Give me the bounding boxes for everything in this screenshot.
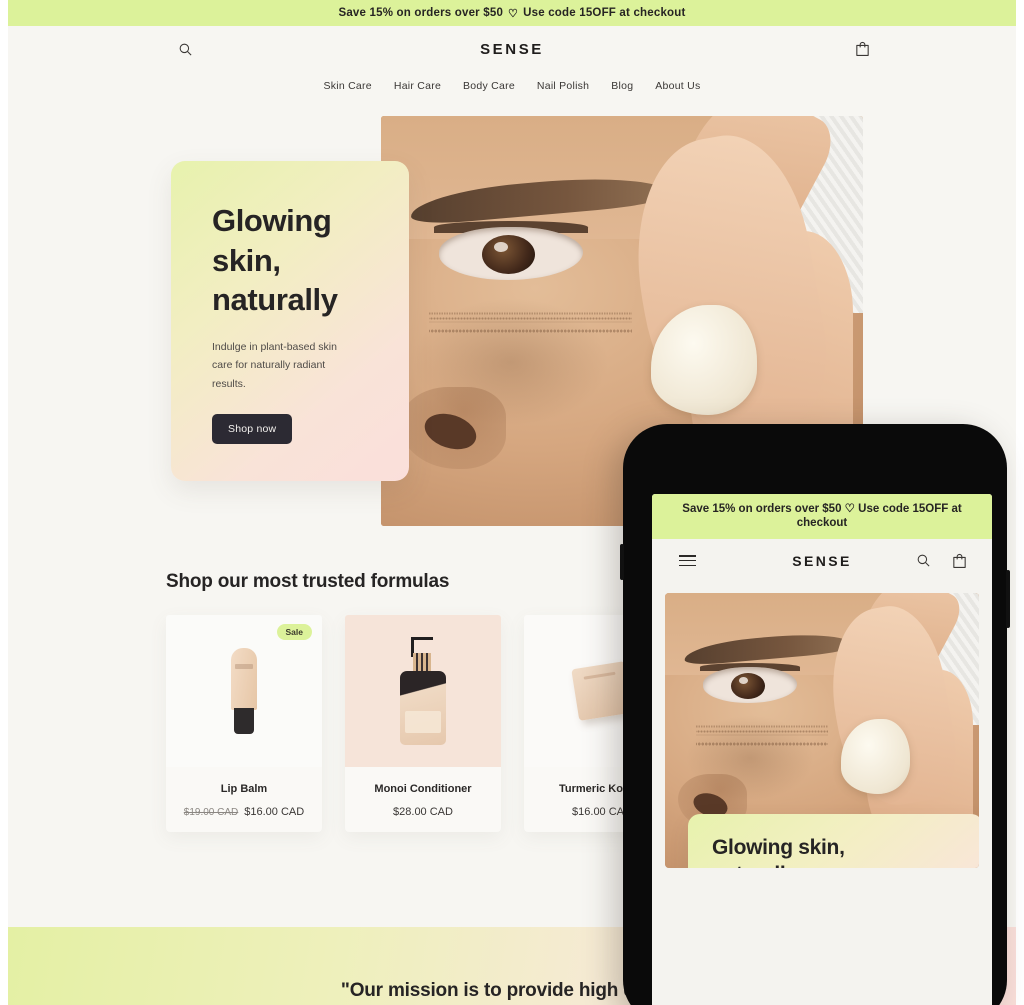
phone-volume-button — [620, 544, 624, 580]
hero-title-line-1: Glowing — [212, 203, 332, 238]
mobile-hero-image: Glowing skin, naturally Indulge in plant… — [665, 592, 979, 868]
main-navigation: Skin Care Hair Care Body Care Nail Polis… — [8, 72, 1016, 92]
heart-icon: ♡ — [508, 7, 519, 20]
nav-item-blog[interactable]: Blog — [611, 80, 633, 92]
product-sale-price: $16.00 CAD — [244, 806, 305, 818]
lip-balm-tube-illustration — [231, 648, 257, 734]
brand-logo[interactable]: SENSE — [480, 41, 544, 58]
nav-item-skin-care[interactable]: Skin Care — [324, 80, 372, 92]
screenshot-canvas: Save 15% on orders over $50 ♡ Use code 1… — [0, 0, 1024, 1005]
product-price: $19.00 CAD $16.00 CAD — [166, 806, 322, 818]
mobile-phone-mockup: Save 15% on orders over $50 ♡ Use code 1… — [620, 424, 1010, 1005]
nav-item-body-care[interactable]: Body Care — [463, 80, 515, 92]
cart-icon[interactable] — [851, 38, 873, 60]
product-card-lip-balm[interactable]: Sale Lip Balm $19.00 CAD $16.00 CAD — [166, 615, 322, 832]
hero-title-line-2: skin, — [212, 242, 281, 278]
shop-now-button[interactable]: Shop now — [212, 414, 293, 445]
hero-subtitle: Indulge in plant-based skin care for nat… — [212, 341, 337, 390]
site-header: SENSE — [8, 26, 1016, 72]
announcement-bar: Save 15% on orders over $50 ♡ Use code 1… — [8, 0, 1016, 26]
status-badge: Sale — [276, 624, 312, 640]
hero-text-card: Glowing skin, naturally Indulge in plant… — [171, 161, 409, 481]
product-image — [345, 615, 501, 767]
mobile-hero-title-line-2: naturally — [712, 861, 959, 868]
nav-item-hair-care[interactable]: Hair Care — [394, 80, 441, 92]
product-price: $28.00 CAD — [393, 806, 453, 818]
cart-icon[interactable] — [948, 550, 970, 572]
phone-power-button — [1006, 570, 1010, 628]
mobile-announcement-bar: Save 15% on orders over $50 ♡ Use code 1… — [652, 494, 992, 539]
mobile-hero-title: Glowing skin, naturally — [712, 834, 959, 868]
phone-screen: Save 15% on orders over $50 ♡ Use code 1… — [652, 494, 992, 1005]
product-card-monoi-conditioner[interactable]: Monoi Conditioner $28.00 CAD — [345, 615, 501, 832]
hamburger-menu-icon[interactable] — [676, 550, 698, 572]
product-title: Monoi Conditioner — [374, 783, 472, 795]
mobile-hero-text-card: Glowing skin, naturally Indulge in plant… — [688, 813, 979, 868]
nav-item-nail-polish[interactable]: Nail Polish — [537, 80, 589, 92]
mobile-brand-logo[interactable]: SENSE — [792, 553, 851, 569]
hero-title: Glowing skin, naturally — [212, 201, 373, 320]
conditioner-bottle-illustration — [400, 637, 446, 745]
announcement-text-after: Use code 15OFF at checkout — [523, 7, 686, 19]
search-icon[interactable] — [174, 38, 196, 60]
hero-title-line-3: naturally — [212, 282, 338, 318]
search-icon[interactable] — [912, 550, 934, 572]
product-image: Sale — [166, 615, 322, 767]
announcement-text-before: Save 15% on orders over $50 — [338, 7, 504, 19]
nav-item-about-us[interactable]: About Us — [655, 80, 700, 92]
mobile-header: SENSE — [652, 538, 992, 583]
mobile-hero-title-line-1: Glowing skin, — [712, 835, 845, 859]
product-compare-at-price: $19.00 CAD — [183, 807, 239, 818]
product-title: Lip Balm — [220, 783, 268, 795]
